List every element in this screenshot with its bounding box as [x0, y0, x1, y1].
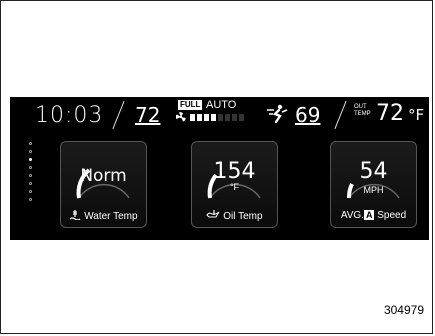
gauge-value: Norm	[80, 166, 127, 186]
avg-speed-gauge[interactable]: 54 MPH AVG. A Speed	[330, 141, 417, 228]
fan-speed-segment	[190, 114, 195, 121]
gauge-label: AVG. A Speed	[331, 210, 416, 221]
figure-id: 304979	[383, 303, 424, 317]
gauge-unit: °F	[229, 182, 240, 192]
fan-speed-bars	[190, 114, 244, 121]
gauge-label-text: Speed	[377, 210, 407, 221]
fan-speed-segment	[204, 114, 209, 121]
climate-mode: AUTO	[206, 99, 237, 111]
gauge-value: 154	[213, 159, 256, 184]
gauge-label: Oil Temp	[192, 210, 277, 222]
fan-speed-segment	[239, 114, 244, 121]
oil-temp-gauge[interactable]: 154 °F Oil Temp	[191, 141, 278, 228]
figure-frame: 10:03 72 FULL AUTO 69 OUT TEMP 72 °F Nor…	[0, 0, 433, 334]
outside-temp-label: OUT TEMP	[354, 104, 371, 118]
avg-prefix: AVG.	[340, 210, 364, 221]
clock: 10:03	[35, 103, 104, 128]
avg-badge: A	[363, 210, 375, 220]
page-dot	[29, 198, 32, 201]
fan-speed-segment	[197, 114, 202, 121]
airflow-icon[interactable]	[265, 104, 289, 124]
gauge-label-text: Oil Temp	[223, 211, 263, 222]
outside-temp: 72	[376, 101, 404, 126]
multi-function-display: 10:03 72 FULL AUTO 69 OUT TEMP 72 °F Nor…	[10, 97, 429, 240]
passenger-temp[interactable]: 69	[295, 103, 320, 127]
page-indicator	[29, 142, 32, 201]
fan-speed-segment	[232, 114, 237, 121]
outside-label-line1: OUT	[354, 104, 367, 110]
outside-temp-unit: °F	[408, 106, 425, 124]
driver-temp[interactable]: 72	[135, 103, 160, 127]
gauge-label: Water Temp	[61, 210, 146, 222]
oil-temp-icon	[206, 210, 220, 218]
fan-speed-segment	[218, 114, 223, 121]
page-dot	[29, 182, 32, 185]
page-dot	[29, 142, 32, 145]
gauge-value: 54	[359, 159, 388, 184]
page-dot	[29, 166, 32, 169]
fan-speed-segment	[225, 114, 230, 121]
gauge-label-text: Water Temp	[84, 211, 138, 222]
outside-label-line2: TEMP	[354, 111, 371, 117]
page-dot	[29, 150, 32, 153]
water-temp-gauge[interactable]: Norm Water Temp	[60, 141, 147, 228]
page-dot	[29, 174, 32, 177]
gauge-unit: MPH	[363, 185, 384, 195]
fan-mode-badge: FULL	[178, 100, 203, 110]
water-temp-icon	[69, 210, 81, 221]
divider	[112, 100, 125, 130]
divider	[334, 100, 347, 130]
page-dot	[29, 158, 32, 161]
fan-speed-segment	[211, 114, 216, 121]
fan-icon	[176, 112, 186, 122]
page-dot	[29, 190, 32, 193]
